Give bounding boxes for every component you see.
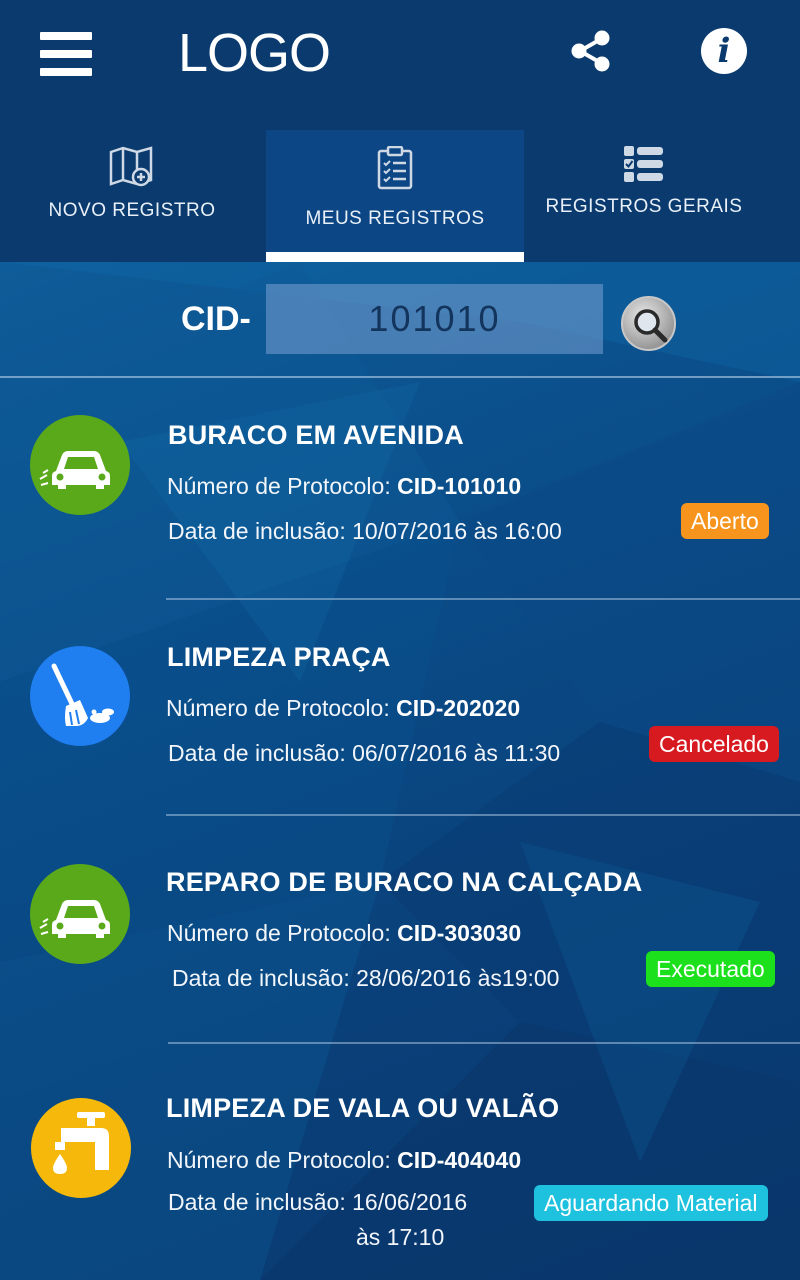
faucet-drop-icon (31, 1098, 131, 1198)
cid-prefix-label: CID- (181, 300, 251, 338)
record-date-time: às 17:10 (356, 1224, 445, 1250)
tab-bar: NOVO REGISTRO MEUS REGISTROS REGISTROS G… (0, 108, 800, 262)
tab-meus-registros[interactable]: MEUS REGISTROS (266, 130, 524, 262)
car-pothole-icon (30, 864, 130, 964)
status-badge: Executado (646, 951, 775, 987)
record-date: Data de inclusão: 16/06/2016 (168, 1189, 468, 1215)
protocol-label: Número de Protocolo: (167, 1147, 398, 1173)
hamburger-menu-icon[interactable] (40, 32, 92, 76)
protocol-number: CID-101010 (397, 473, 522, 499)
protocol-number: CID-404040 (397, 1147, 522, 1173)
tab-label: REGISTROS GERAIS (545, 196, 743, 217)
broom-icon (30, 646, 130, 746)
info-icon[interactable]: i (701, 28, 747, 74)
magnifier-icon (634, 309, 668, 343)
record-protocol: Número de Protocolo: CID-404040 (167, 1147, 521, 1174)
record-date: Data de inclusão: 28/06/2016 às19:00 (172, 965, 560, 991)
protocol-label: Número de Protocolo: (166, 695, 397, 721)
protocol-number: CID-202020 (396, 695, 521, 721)
record-title: REPARO DE BURACO NA CALÇADA (166, 867, 643, 897)
record-title: BURACO EM AVENIDA (168, 420, 464, 450)
checklist-icon (624, 146, 663, 182)
record-protocol: Número de Protocolo: CID-101010 (167, 473, 521, 500)
app-logo: LOGO (178, 23, 331, 83)
share-icon[interactable] (568, 28, 614, 74)
record-title: LIMPEZA DE VALA OU VALÃO (166, 1093, 560, 1123)
menu-bar (40, 68, 92, 76)
record-date: Data de inclusão: 10/07/2016 às 16:00 (168, 518, 562, 544)
record-protocol: Número de Protocolo: CID-202020 (166, 695, 520, 722)
menu-bar (40, 50, 92, 58)
record-item[interactable]: BURACO EM AVENIDA Número de Protocolo: C… (0, 378, 800, 600)
clipboard-checklist-icon (377, 146, 413, 190)
record-title: LIMPEZA PRAÇA (167, 642, 391, 672)
record-item[interactable]: LIMPEZA DE VALA OU VALÃO Número de Proto… (0, 1044, 800, 1280)
tab-novo-registro[interactable]: NOVO REGISTRO (0, 130, 264, 262)
status-badge: Aberto (681, 503, 769, 539)
protocol-number: CID-303030 (397, 920, 522, 946)
search-bar: CID- 101010 (0, 262, 800, 376)
protocol-label: Número de Protocolo: (167, 920, 398, 946)
record-item[interactable]: REPARO DE BURACO NA CALÇADA Número de Pr… (0, 816, 800, 1044)
menu-bar (40, 32, 92, 40)
tab-label: MEUS REGISTROS (305, 208, 485, 229)
tab-registros-gerais[interactable]: REGISTROS GERAIS (526, 130, 762, 262)
map-add-icon (109, 146, 153, 187)
search-button[interactable] (621, 296, 676, 351)
app-header: LOGO i (0, 0, 800, 108)
status-badge: Cancelado (649, 726, 779, 762)
car-pothole-icon (30, 415, 130, 515)
status-badge: Aguardando Material (534, 1185, 768, 1221)
record-date: Data de inclusão: 06/07/2016 às 11:30 (168, 740, 561, 766)
record-protocol: Número de Protocolo: CID-303030 (167, 920, 521, 947)
active-tab-indicator (266, 252, 524, 262)
protocol-search-input[interactable]: 101010 (266, 284, 603, 354)
tab-label: NOVO REGISTRO (48, 200, 216, 221)
record-item[interactable]: LIMPEZA PRAÇA Número de Protocolo: CID-2… (0, 600, 800, 816)
protocol-label: Número de Protocolo: (167, 473, 398, 499)
